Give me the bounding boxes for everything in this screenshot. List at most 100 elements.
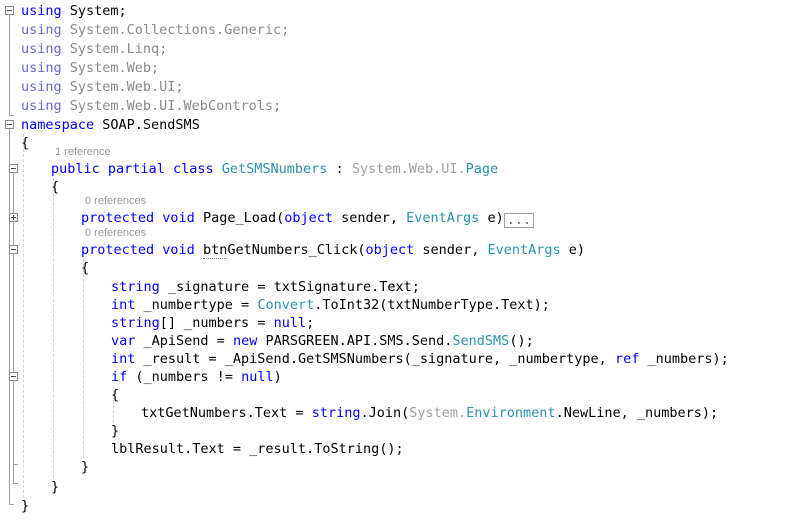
code-line-8[interactable]: { [0, 134, 29, 152]
codelens-click-lens[interactable]: 0 references [85, 225, 146, 241]
code-line-2[interactable]: using System.Collections.Generic; [0, 21, 289, 39]
token-16-3: ; [306, 315, 315, 331]
code-line-18[interactable]: int _result = _ApiSend.GetSMSNumbers(_si… [0, 350, 729, 368]
token-23-0: lblResult.Text = _result.ToString(); [111, 441, 404, 457]
token-9-6: GetSMSNumbers [221, 161, 328, 177]
code-line-17[interactable]: var _ApiSend = new PARSGREEN.API.SMS.Sen… [0, 332, 534, 350]
token-17-5: (); [509, 333, 534, 349]
code-line-12[interactable]: protected void btnGetNumbers_Click(objec… [0, 241, 585, 259]
token-9-4: class [172, 161, 214, 177]
token-21-5: .NewLine, _numbers); [555, 405, 719, 421]
code-line-4[interactable]: using System.Web; [0, 59, 159, 77]
token-12-5: GetNumbers_Click( [227, 242, 366, 258]
token-18-1: _result = _ApiSend.GetSMSNumbers(_signat… [135, 351, 615, 367]
code-line-5[interactable]: using System.Web.UI; [0, 78, 184, 96]
code-line-26[interactable]: } [0, 497, 29, 515]
token-8-0: { [21, 135, 30, 151]
token-19-2: null [241, 369, 274, 385]
code-line-13[interactable]: { [0, 259, 89, 277]
token-1-0: using [21, 3, 62, 19]
token-2-0: using [21, 22, 62, 38]
code-line-22[interactable]: } [0, 422, 119, 440]
token-7-1: SOAP.SendSMS [94, 117, 200, 133]
token-9-7: : [327, 161, 352, 177]
code-line-6[interactable]: using System.Web.UI.WebControls; [0, 97, 281, 115]
token-12-9: e) [560, 242, 585, 258]
token-11-0: protected [81, 210, 155, 226]
token-22-0: } [111, 423, 120, 439]
code-text-surface[interactable]: using System; using System.Collections.Ge… [0, 0, 811, 525]
code-line-16[interactable]: string[] _numbers = null; [0, 314, 314, 332]
token-11-3: Page_Load( [194, 210, 285, 226]
code-line-15[interactable]: int _numbertype = Convert.ToInt32(txtNum… [0, 296, 550, 314]
token-19-0: if [111, 369, 128, 385]
code-line-11[interactable]: protected void Page_Load(object sender, … [0, 209, 535, 228]
codelens-class-lens[interactable]: 1 reference [55, 144, 111, 160]
token-18-3: _numbers); [639, 351, 729, 367]
code-line-21[interactable]: txtGetNumbers.Text = string.Join(System.… [0, 404, 718, 422]
code-line-14[interactable]: string _signature = txtSignature.Text; [0, 278, 420, 296]
token-21-0: txtGetNumbers.Text = [141, 405, 312, 421]
token-9-0: public [51, 161, 100, 177]
token-5-0: using [21, 79, 62, 95]
codelens-pageload-lens[interactable]: 0 references [85, 193, 146, 209]
token-11-5: sender, [333, 210, 407, 226]
code-editor[interactable]: using System; using System.Collections.Ge… [0, 0, 811, 525]
token-26-0: } [21, 498, 30, 514]
token-11-6: EventArgs [406, 210, 480, 226]
token-7-0: namespace [21, 117, 95, 133]
token-12-2: void [162, 242, 195, 258]
token-21-2: .Join( [360, 405, 410, 421]
token-6-1: System.Web.UI.WebControls; [61, 98, 282, 114]
token-19-3: ) [273, 369, 282, 385]
token-17-4: SendSMS [452, 333, 510, 349]
token-12-7: sender, [414, 242, 488, 258]
token-12-8: EventArgs [487, 242, 561, 258]
token-3-1: System.Linq; [61, 41, 168, 57]
token-19-1: (_numbers != [127, 369, 242, 385]
code-line-10[interactable]: { [0, 178, 59, 196]
token-12-0: protected [81, 242, 155, 258]
token-13-0: { [81, 260, 90, 276]
token-14-1: _signature = txtSignature.Text; [159, 279, 420, 295]
token-5-1: System.Web.UI; [61, 79, 184, 95]
token-16-1: [] _numbers = [159, 315, 274, 331]
token-17-1: _ApiSend = [135, 333, 233, 349]
code-line-24[interactable]: } [0, 458, 89, 476]
code-line-19[interactable]: if (_numbers != null) [0, 368, 282, 386]
token-15-2: Convert [257, 297, 315, 313]
token-15-0: int [111, 297, 136, 313]
token-17-0: var [111, 333, 136, 349]
token-18-2: ref [614, 351, 640, 367]
token-6-0: using [21, 98, 62, 114]
token-17-3: PARSGREEN.API.SMS.Send. [257, 333, 453, 349]
token-4-1: System.Web; [61, 60, 160, 76]
code-line-1[interactable]: using System; [0, 2, 127, 20]
token-12-3 [195, 242, 203, 258]
token-9-9: Page [465, 161, 499, 177]
token-21-3: System. [409, 405, 467, 421]
code-line-3[interactable]: using System.Linq; [0, 40, 167, 58]
token-15-3: .ToInt32(txtNumberType.Text); [314, 297, 550, 313]
token-21-1: string [311, 405, 361, 421]
token-16-0: string [111, 315, 160, 331]
token-11-4: object [284, 210, 333, 226]
token-24-0: } [81, 459, 90, 475]
token-1-1: System; [61, 3, 127, 19]
token-9-5 [214, 161, 222, 177]
code-line-9[interactable]: public partial class GetSMSNumbers : Sys… [0, 160, 498, 178]
collapsed-region-ellipsis[interactable]: ... [503, 213, 535, 228]
token-9-1 [100, 161, 108, 177]
code-line-7[interactable]: namespace SOAP.SendSMS [0, 116, 200, 134]
token-18-0: int [111, 351, 136, 367]
token-16-2: null [273, 315, 307, 331]
token-4-0: using [21, 60, 62, 76]
token-15-1: _numbertype = [135, 297, 258, 313]
token-21-4: Environment [466, 405, 556, 421]
code-line-20[interactable]: { [0, 386, 119, 404]
token-14-0: string [111, 279, 160, 295]
token-12-4: btn [202, 242, 228, 259]
code-line-25[interactable]: } [0, 478, 59, 496]
token-3-0: using [21, 41, 62, 57]
code-line-23[interactable]: lblResult.Text = _result.ToString(); [0, 440, 404, 458]
